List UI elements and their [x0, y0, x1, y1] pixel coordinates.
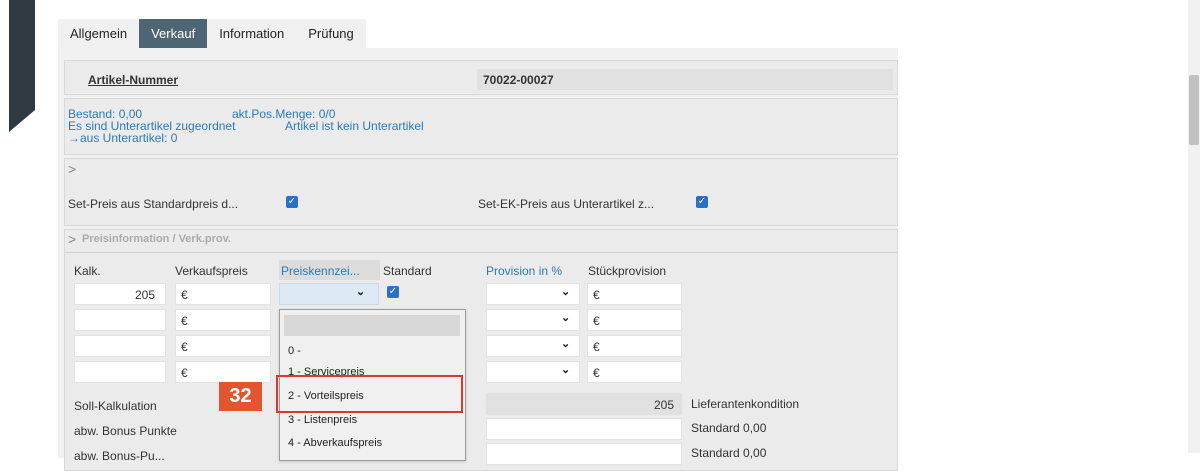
verkaufspreis-input[interactable]: € — [175, 335, 271, 357]
section-divider — [65, 252, 897, 253]
expand-chevron-icon[interactable]: > — [68, 161, 76, 177]
chevron-down-icon: ⌄ — [561, 364, 571, 376]
col-stueckprovision: Stückprovision — [588, 264, 667, 278]
standard-checkbox[interactable]: ✓ — [387, 286, 399, 298]
tab-information[interactable]: Information — [207, 19, 296, 48]
currency-symbol: € — [593, 340, 600, 354]
col-preiskennzeichen-bg: Preiskennzei... — [279, 260, 380, 280]
kein-unterartikel-text: Artikel ist kein Unterartikel — [285, 119, 424, 133]
stueckprovision-input[interactable]: € — [587, 335, 682, 357]
set-preis-panel: > Set-Preis aus Standardpreis d... ✓ Set… — [64, 158, 898, 226]
currency-symbol: € — [181, 340, 188, 354]
currency-symbol: € — [593, 288, 600, 302]
kalk-input[interactable] — [74, 309, 166, 331]
provision-select[interactable]: ⌄ — [486, 361, 580, 383]
col-preiskennzeichen[interactable]: Preiskennzei... — [281, 264, 360, 278]
set-preis-label: Set-Preis aus Standardpreis d... — [68, 197, 239, 211]
kalk-input[interactable] — [74, 335, 166, 357]
side-ribbon-tail — [9, 110, 35, 132]
col-provision[interactable]: Provision in % — [486, 264, 562, 278]
dropdown-option-listenpreis[interactable]: 3 - Listenpreis — [288, 414, 357, 426]
bonus-punkte-label: abw. Bonus Punkte — [74, 424, 177, 438]
dropdown-option-0[interactable]: 0 - — [288, 345, 301, 357]
info-panel: Bestand: 0,00 akt.Pos.Menge: 0/0 Es sind… — [64, 98, 898, 155]
dropdown-option-empty[interactable] — [284, 315, 460, 336]
aus-unterartikel-link[interactable]: →aus Unterartikel: 0 — [68, 132, 177, 144]
section-chevron-icon[interactable]: > — [68, 231, 76, 247]
chevron-down-icon: ⌄ — [561, 312, 571, 324]
article-number-field[interactable]: 70022-00027 — [477, 69, 893, 90]
dropdown-option-abverkaufspreis[interactable]: 4 - Abverkaufspreis — [288, 437, 382, 449]
preisinformation-panel: > Preisinformation / Verk.prov. Kalk. Ve… — [64, 229, 898, 471]
side-ribbon — [9, 0, 35, 110]
col-standard: Standard — [383, 264, 432, 278]
tab-pruefung[interactable]: Prüfung — [296, 19, 366, 48]
bonus-punkte-input[interactable] — [486, 418, 682, 440]
set-preis-checkbox[interactable]: ✓ — [286, 196, 298, 208]
provision-select[interactable]: ⌄ — [486, 283, 580, 305]
soll-kalkulation-field: 205 — [486, 393, 682, 415]
tab-bar: Allgemein Verkauf Information Prüfung — [58, 19, 366, 48]
tab-allgemein[interactable]: Allgemein — [58, 19, 139, 48]
article-number-value: 70022-00027 — [483, 73, 554, 87]
scrollbar-thumb[interactable] — [1189, 75, 1199, 145]
soll-kalkulation-label: Soll-Kalkulation — [74, 399, 157, 413]
form-content: Artikel-Nummer 70022-00027 Bestand: 0,00… — [58, 48, 898, 471]
provision-select[interactable]: ⌄ — [486, 335, 580, 357]
set-ek-label: Set-EK-Preis aus Unterartikel z... — [478, 197, 655, 211]
verkaufspreis-input[interactable]: € — [175, 361, 271, 383]
tab-verkauf[interactable]: Verkauf — [139, 19, 208, 48]
bonus-punkte-2-input[interactable] — [486, 443, 682, 465]
currency-symbol: € — [181, 314, 188, 328]
set-ek-checkbox[interactable]: ✓ — [696, 196, 708, 208]
verkaufspreis-input[interactable]: € — [175, 283, 271, 305]
currency-symbol: € — [593, 314, 600, 328]
standard-value-1: Standard 0,00 — [691, 421, 767, 435]
soll-kalkulation-value: 205 — [653, 398, 674, 412]
article-number-label: Artikel-Nummer — [88, 73, 179, 87]
highlighted-option-box — [276, 375, 463, 413]
verkaufspreis-input[interactable]: € — [175, 309, 271, 331]
col-kalk: Kalk. — [74, 264, 101, 278]
chevron-down-icon: ⌄ — [561, 286, 571, 298]
stueckprovision-input[interactable]: € — [587, 309, 682, 331]
currency-symbol: € — [181, 366, 188, 380]
preiskennzeichen-select[interactable]: ⌄ — [279, 283, 379, 305]
scrollbar-track[interactable] — [1188, 0, 1200, 453]
kalk-value: 205 — [134, 288, 155, 302]
currency-symbol: € — [593, 366, 600, 380]
kalk-input[interactable] — [74, 361, 166, 383]
stueckprovision-input[interactable]: € — [587, 361, 682, 383]
currency-symbol: € — [181, 288, 188, 302]
step-number-badge: 32 — [219, 382, 262, 411]
bonus-punkte-2-label: abw. Bonus-Pu... — [74, 449, 165, 463]
stueckprovision-input[interactable]: € — [587, 283, 682, 305]
col-verkaufspreis: Verkaufspreis — [175, 264, 248, 278]
article-panel: Artikel-Nummer 70022-00027 — [64, 60, 898, 95]
section-title: Preisinformation / Verk.prov. — [82, 233, 231, 245]
kalk-input[interactable]: 205 — [74, 283, 166, 305]
lieferantenkondition-label: Lieferantenkondition — [691, 397, 800, 411]
standard-value-2: Standard 0,00 — [691, 446, 767, 460]
chevron-down-icon: ⌄ — [561, 338, 571, 350]
chevron-down-icon: ⌄ — [356, 286, 366, 298]
provision-select[interactable]: ⌄ — [486, 309, 580, 331]
